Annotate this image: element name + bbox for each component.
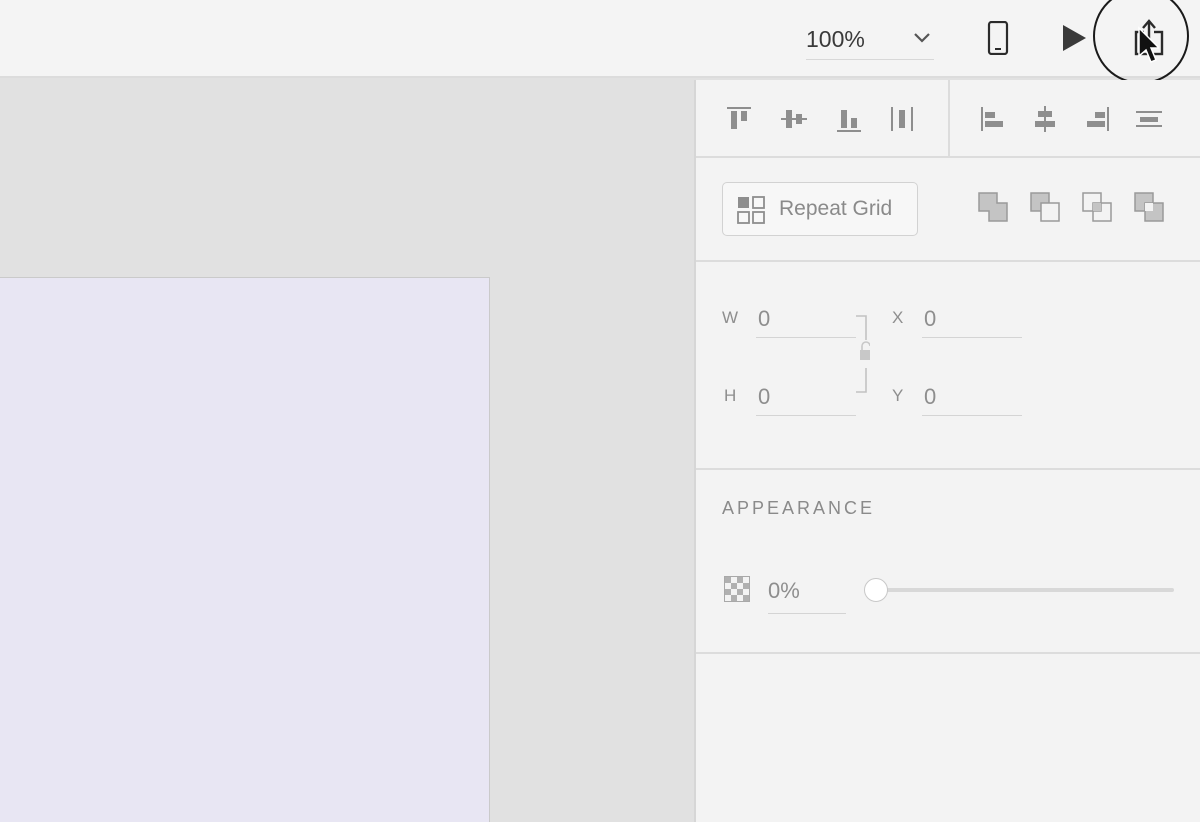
x-field[interactable]: 0 [922, 298, 1022, 338]
width-field[interactable]: 0 [756, 298, 856, 338]
y-label: Y [892, 386, 905, 405]
appearance-section: APPEARANCE 0% [696, 470, 1200, 654]
height-value: 0 [758, 384, 771, 409]
align-right-icon[interactable] [1080, 102, 1114, 136]
exclude-overlap-icon[interactable] [1132, 190, 1166, 224]
design-canvas[interactable] [0, 80, 694, 822]
align-bottom-icon[interactable] [832, 102, 866, 136]
opacity-value: 0% [768, 578, 800, 603]
top-toolbar: 100% [0, 0, 1200, 84]
repeat-grid-button[interactable]: Repeat Grid [722, 182, 918, 236]
opacity-checker-icon [724, 576, 750, 602]
opacity-slider-thumb[interactable] [864, 578, 888, 602]
x-label: X [892, 308, 905, 327]
align-middle-icon[interactable] [777, 102, 811, 136]
distribute-horizontal-icon[interactable] [1132, 102, 1166, 136]
subtract-icon[interactable] [1028, 190, 1062, 224]
height-field[interactable]: 0 [756, 376, 856, 416]
repeat-grid-icon [737, 196, 765, 224]
transform-section: W 0 X 0 H 0 Y 0 [696, 262, 1200, 470]
repeat-grid-label: Repeat Grid [779, 197, 893, 220]
x-value: 0 [924, 306, 937, 331]
width-value: 0 [758, 306, 771, 331]
lock-aspect-icon[interactable] [854, 314, 870, 394]
property-inspector: Repeat Grid W 0 X 0 H 0 Y 0 APPEARANCE 0… [694, 80, 1200, 822]
align-center-icon[interactable] [1028, 102, 1062, 136]
device-preview-icon[interactable] [980, 18, 1016, 58]
alignment-section [696, 80, 1200, 158]
y-value: 0 [924, 384, 937, 409]
opacity-slider-track[interactable] [870, 588, 1174, 592]
mouse-pointer-icon [1138, 26, 1159, 63]
play-icon[interactable] [1056, 18, 1092, 58]
align-top-icon[interactable] [722, 102, 756, 136]
xd-app-window: 100% Repeat Grid W 0 X 0 H 0 Y 0 APPEARA… [0, 0, 1200, 822]
appearance-title: APPEARANCE [722, 498, 876, 518]
union-icon[interactable] [976, 190, 1010, 224]
zoom-value: 100% [806, 26, 865, 52]
distribute-vertical-icon[interactable] [885, 102, 919, 136]
intersect-icon[interactable] [1080, 190, 1114, 224]
zoom-dropdown[interactable]: 100% [806, 20, 934, 60]
chevron-down-icon[interactable] [912, 30, 932, 46]
y-field[interactable]: 0 [922, 376, 1022, 416]
repeat-grid-section: Repeat Grid [696, 158, 1200, 262]
align-left-icon[interactable] [976, 102, 1010, 136]
opacity-field[interactable]: 0% [768, 568, 846, 614]
artboard[interactable] [0, 277, 490, 822]
alignment-divider [948, 80, 950, 156]
width-label: W [722, 308, 740, 327]
height-label: H [724, 386, 738, 405]
